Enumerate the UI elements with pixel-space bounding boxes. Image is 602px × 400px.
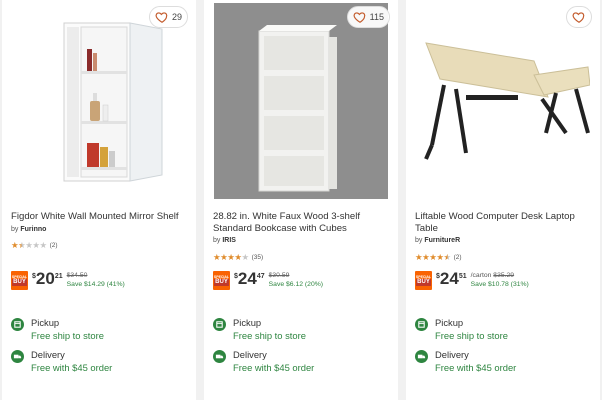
- savings-text: Save $6.12 (20%): [268, 281, 324, 288]
- price-unit: /carton: [470, 272, 492, 279]
- brand-name: Furinno: [20, 226, 47, 233]
- special-buy-badge: SPECIAL BUY: [11, 271, 28, 290]
- star-icon: ★: [443, 252, 452, 262]
- delivery-option[interactable]: Delivery Free with $45 order: [213, 349, 314, 374]
- special-buy-badge: SPECIAL BUY: [415, 271, 432, 290]
- savings-text: Save $14.29 (41%): [66, 281, 125, 288]
- product-card[interactable]: 29 Figdor White Wall Mounted Mirror Shel…: [2, 0, 196, 400]
- review-count: (2): [49, 241, 58, 249]
- pickup-option[interactable]: Pickup Free ship to store: [11, 317, 104, 342]
- product-brand: by Furinno: [11, 226, 47, 233]
- product-image[interactable]: [12, 3, 186, 199]
- price-cents: 47: [256, 273, 265, 280]
- delivery-detail: Free with $45 order: [233, 361, 315, 373]
- price-cents: 51: [458, 273, 467, 280]
- savings-text: Save $10.78 (31%): [470, 281, 529, 288]
- rating-stars: ★★★★★: [415, 252, 451, 262]
- heart-icon: [155, 12, 168, 23]
- product-rating[interactable]: ★★★★★ (2): [415, 252, 462, 262]
- product-card[interactable]: 115 28.82 in. White Faux Wood 3-shelf St…: [204, 0, 398, 400]
- delivery-label: Delivery: [233, 349, 267, 360]
- product-image[interactable]: [214, 3, 388, 199]
- rating-stars: ★★★★★: [213, 252, 249, 262]
- delivery-detail: Free with $45 order: [31, 361, 113, 373]
- was-price: $30.59: [268, 272, 290, 279]
- product-rating[interactable]: ★★★★★ (35): [213, 252, 263, 262]
- pickup-label: Pickup: [435, 317, 464, 328]
- star-icon: ★: [39, 240, 48, 250]
- pickup-label: Pickup: [31, 317, 60, 328]
- review-count: (2): [453, 253, 462, 261]
- brand-name: FurnitureR: [424, 237, 461, 244]
- pickup-detail: Free ship to store: [435, 329, 508, 341]
- product-brand: by IRIS: [213, 237, 236, 244]
- star-icon: ★: [234, 252, 242, 262]
- product-title[interactable]: 28.82 in. White Faux Wood 3-shelf Standa…: [213, 211, 391, 234]
- was-price: $35.29: [493, 272, 515, 279]
- heart-icon: [572, 12, 585, 23]
- delivery-detail: Free with $45 order: [435, 361, 517, 373]
- favorite-button[interactable]: 115: [346, 6, 390, 28]
- product-title[interactable]: Figdor White Wall Mounted Mirror Shelf: [11, 211, 189, 223]
- price-block: SPECIAL BUY $ 20 21 $34.50 Save $14.29 (41…: [11, 270, 125, 290]
- product-brand: by FurnitureR: [415, 237, 461, 244]
- delivery-option[interactable]: Delivery Free with $45 order: [11, 349, 112, 374]
- product-image[interactable]: [416, 3, 591, 199]
- favorite-count: 29: [171, 12, 182, 22]
- star-icon: ★: [241, 252, 250, 262]
- price-dollars: 24: [439, 269, 459, 288]
- price-cents: 21: [54, 273, 63, 280]
- pickup-option[interactable]: Pickup Free ship to store: [415, 317, 508, 342]
- pickup-icon: [415, 318, 428, 331]
- product-rating[interactable]: ★★★★★ (2): [11, 240, 58, 250]
- delivery-label: Delivery: [435, 349, 469, 360]
- review-count: (35): [251, 253, 264, 261]
- price-dollars: 24: [237, 269, 257, 288]
- favorite-count: 115: [369, 12, 384, 22]
- star-icon: ★: [436, 252, 444, 262]
- price-dollars: 20: [35, 269, 55, 288]
- delivery-truck-icon: [415, 350, 428, 363]
- favorite-button[interactable]: [566, 6, 592, 28]
- was-price: $34.50: [66, 272, 88, 279]
- favorite-button[interactable]: 29: [148, 6, 188, 28]
- star-icon: ★: [32, 240, 40, 250]
- pickup-detail: Free ship to store: [233, 329, 306, 341]
- pickup-label: Pickup: [233, 317, 262, 328]
- product-card[interactable]: Liftable Wood Computer Desk Laptop Table…: [406, 0, 600, 400]
- price-block: SPECIAL BUY $ 24 51 /carton $35.29 Save $1…: [415, 270, 529, 290]
- pickup-option[interactable]: Pickup Free ship to store: [213, 317, 306, 342]
- pickup-icon: [11, 318, 24, 331]
- brand-name: IRIS: [222, 237, 236, 244]
- special-buy-badge: SPECIAL BUY: [213, 271, 230, 290]
- delivery-label: Delivery: [31, 349, 65, 360]
- price-block: SPECIAL BUY $ 24 47 $30.59 Save $6.12 (20%…: [213, 270, 323, 290]
- delivery-option[interactable]: Delivery Free with $45 order: [415, 349, 516, 374]
- rating-stars: ★★★★★: [11, 240, 47, 250]
- pickup-detail: Free ship to store: [31, 329, 104, 341]
- delivery-truck-icon: [11, 350, 24, 363]
- product-title[interactable]: Liftable Wood Computer Desk Laptop Table: [415, 211, 593, 234]
- delivery-truck-icon: [213, 350, 226, 363]
- heart-icon: [353, 12, 365, 23]
- pickup-icon: [213, 318, 226, 331]
